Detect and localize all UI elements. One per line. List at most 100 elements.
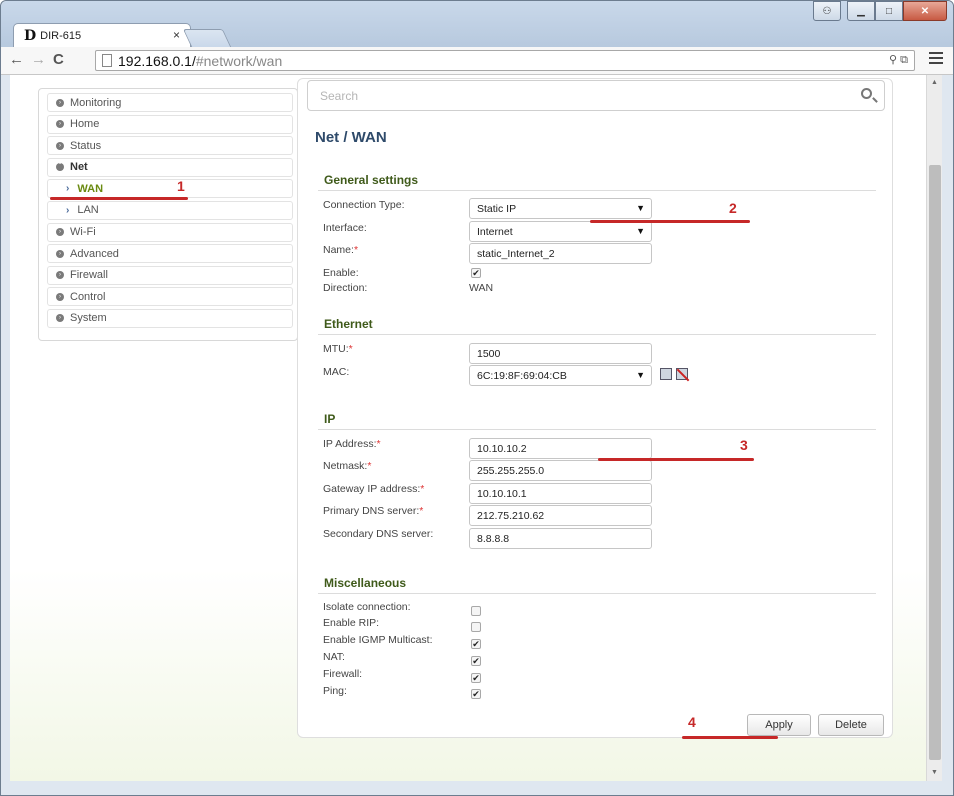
content-panel: Search Net / WAN General settings Connec… xyxy=(297,78,893,738)
required-asterisk: * xyxy=(353,244,359,256)
divider xyxy=(318,429,876,430)
isolate-checkbox[interactable] xyxy=(471,606,481,616)
scroll-up-icon[interactable]: ▲ xyxy=(931,79,938,86)
restore-mac-icon[interactable] xyxy=(676,368,688,380)
address-bar[interactable]: 192.168.0.1/#network/wan ⚲ ⧉ xyxy=(95,50,915,71)
extension-icons[interactable]: ⚲ ⧉ xyxy=(889,53,908,67)
sidebar-item-control[interactable]: › Control xyxy=(47,287,293,307)
chevron-right-icon: › xyxy=(56,271,64,280)
arrow-right-icon: › xyxy=(66,183,70,195)
forward-arrow-icon[interactable]: → xyxy=(31,51,46,68)
sidebar-item-monitoring[interactable]: › Monitoring xyxy=(47,93,293,112)
sidebar-item-system[interactable]: › System xyxy=(47,308,293,328)
connection-type-label: Connection Type: xyxy=(323,199,405,211)
sidebar-item-label: WAN xyxy=(77,182,104,195)
sidebar-item-net[interactable]: ˇ Net xyxy=(47,157,293,177)
mtu-field[interactable]: 1500 xyxy=(469,343,652,364)
chevron-right-icon: › xyxy=(56,141,64,150)
name-field[interactable]: static_Internet_2 xyxy=(469,243,652,264)
mac-label: MAC: xyxy=(323,366,350,378)
sidebar-item-status[interactable]: › Status xyxy=(47,136,293,156)
annotation-underline xyxy=(682,736,778,739)
ping-checkbox[interactable]: ✔ xyxy=(471,689,481,699)
connection-type-value: Static IP xyxy=(477,202,517,215)
browser-toolbar: ← → C 192.168.0.1/#network/wan ⚲ ⧉ xyxy=(1,47,953,75)
firewall-label: Firewall: xyxy=(323,668,363,680)
sidebar-item-advanced[interactable]: › Advanced xyxy=(47,244,293,264)
rip-checkbox[interactable] xyxy=(471,622,481,632)
annotation-number: 2 xyxy=(729,200,737,216)
enable-checkbox[interactable]: ✔ xyxy=(471,268,481,278)
sidebar-item-wifi[interactable]: › Wi-Fi xyxy=(47,222,293,242)
gateway-label: Gateway IP address:* xyxy=(323,483,425,495)
divider xyxy=(318,593,876,594)
vertical-scrollbar[interactable]: ▲ ▼ xyxy=(926,75,942,781)
sidebar-item-wan[interactable]: › WAN xyxy=(47,179,293,199)
mac-value: 6C:19:8F:69:04:CB xyxy=(477,369,567,382)
netmask-field[interactable]: 255.255.255.0 xyxy=(469,460,652,481)
new-tab-button[interactable] xyxy=(182,29,232,47)
mtu-label: MTU:* xyxy=(323,343,353,355)
delete-button[interactable]: Delete xyxy=(818,714,884,736)
search-input[interactable]: Search xyxy=(307,80,885,111)
back-arrow-icon[interactable]: ← xyxy=(9,51,24,68)
hamburger-menu-icon[interactable] xyxy=(929,52,943,67)
name-label: Name:* xyxy=(323,244,359,256)
dropdown-caret-icon: ▼ xyxy=(636,370,645,380)
scroll-down-icon[interactable]: ▼ xyxy=(931,769,938,776)
scrollbar-thumb[interactable] xyxy=(929,165,941,760)
search-placeholder: Search xyxy=(320,88,359,103)
connection-type-select[interactable]: Static IP ▼ xyxy=(469,198,652,219)
tab-close-icon[interactable]: × xyxy=(173,28,180,42)
maximize-button[interactable]: □ xyxy=(875,1,903,21)
minimize-button[interactable]: ▁ xyxy=(847,1,875,21)
page-icon xyxy=(102,54,112,67)
sidebar-item-label: LAN xyxy=(77,204,99,217)
section-title-ip: IP xyxy=(324,412,336,426)
required-asterisk: * xyxy=(376,438,381,450)
mac-select[interactable]: 6C:19:8F:69:04:CB ▼ xyxy=(469,365,652,386)
tab-title: DIR-615 xyxy=(40,29,82,42)
sidebar-item-firewall[interactable]: › Firewall xyxy=(47,265,293,285)
clone-mac-icon[interactable] xyxy=(660,368,672,380)
close-window-button[interactable]: ✕ xyxy=(903,1,947,21)
user-icon[interactable]: ⚇ xyxy=(813,1,841,21)
nat-checkbox[interactable]: ✔ xyxy=(471,656,481,666)
dlink-logo-icon: D xyxy=(24,27,37,44)
secondary-dns-field[interactable]: 8.8.8.8 xyxy=(469,528,652,549)
sidebar-item-label: System xyxy=(70,312,107,325)
sidebar-item-home[interactable]: › Home xyxy=(47,114,293,134)
nat-label: NAT: xyxy=(323,651,345,663)
gateway-field[interactable]: 10.10.10.1 xyxy=(469,483,652,504)
sidebar-item-label: Advanced xyxy=(70,247,119,260)
apply-button[interactable]: Apply xyxy=(747,714,811,736)
divider xyxy=(318,190,876,191)
chevron-down-icon: ˇ xyxy=(56,163,64,172)
dropdown-caret-icon: ▼ xyxy=(636,226,645,236)
ip-address-label: IP Address:* xyxy=(323,438,381,450)
chevron-right-icon: › xyxy=(56,292,64,301)
igmp-checkbox[interactable]: ✔ xyxy=(471,639,481,649)
direction-label: Direction: xyxy=(323,282,368,294)
browser-tab[interactable]: D DIR-615 × xyxy=(13,23,191,47)
annotation-number: 3 xyxy=(740,437,748,453)
annotation-number: 4 xyxy=(688,714,696,730)
annotation-underline xyxy=(598,458,754,461)
arrow-right-icon: › xyxy=(66,204,70,216)
url-path: #network/wan xyxy=(195,52,283,69)
section-title-misc: Miscellaneous xyxy=(324,576,407,590)
section-title-general: General settings xyxy=(324,173,419,187)
netmask-label: Netmask:* xyxy=(323,460,372,472)
ip-address-field[interactable]: 10.10.10.2 xyxy=(469,438,652,459)
sidebar-item-lan[interactable]: › LAN xyxy=(47,200,293,220)
primary-dns-field[interactable]: 212.75.210.62 xyxy=(469,505,652,526)
isolate-label: Isolate connection: xyxy=(323,601,411,613)
reload-icon[interactable]: C xyxy=(53,51,64,68)
firewall-checkbox[interactable]: ✔ xyxy=(471,673,481,683)
interface-select[interactable]: Internet ▼ xyxy=(469,221,652,242)
chevron-right-icon: › xyxy=(56,314,64,323)
sidebar-item-label: Monitoring xyxy=(70,96,122,109)
search-icon[interactable] xyxy=(861,88,872,99)
window-controls: ⚇ ▁ □ ✕ xyxy=(813,1,947,21)
primary-dns-label: Primary DNS server:* xyxy=(323,505,424,517)
